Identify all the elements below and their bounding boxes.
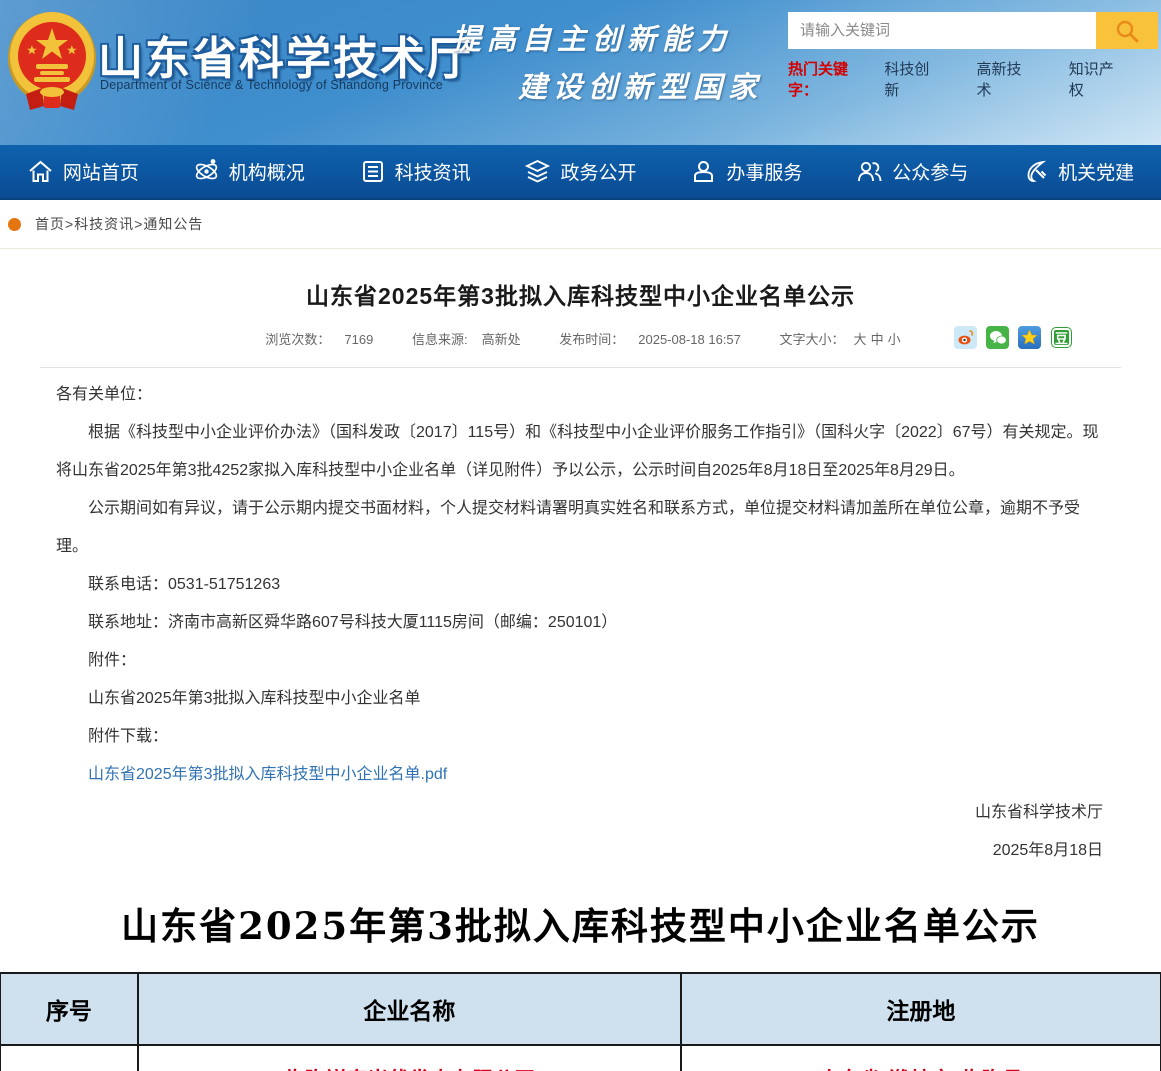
share-icons: 豆 [954, 326, 1073, 349]
nav-item-home[interactable]: 网站首页 [0, 158, 166, 185]
party-icon [1022, 158, 1049, 185]
wechat-share-icon[interactable] [986, 326, 1009, 349]
nav-label: 科技资讯 [395, 158, 471, 185]
salutation: 各有关单位： [56, 376, 1105, 414]
publish-time: 2025-08-18 16:57 [638, 332, 741, 347]
nav-item-overview[interactable]: 机构概况 [166, 158, 332, 185]
national-emblem-logo [6, 6, 98, 114]
hot-keywords-row: 热门关键字： 科技创新 高新技术 知识产权 [788, 58, 1161, 100]
nav-label: 公众参与 [892, 158, 968, 185]
nav-label: 机关党建 [1058, 158, 1134, 185]
roster-table: 序号 企业名称 注册地 1489 临朐祥泰光伏发电有限公司 山东省/潍坊市/临朐… [0, 972, 1161, 1071]
article-meta-row: 浏览次数： 7169 信息来源: 高新处 发布时间： 2025-08-18 16:57… [0, 329, 1161, 355]
breadcrumb-notices[interactable]: 通知公告 [143, 216, 203, 232]
douban-glyph: 豆 [1055, 328, 1068, 347]
site-banner: 山东省科学技术厅 Department of Science & Technol… [0, 0, 1161, 145]
cell-region: 山东省/潍坊市/临朐县 [681, 1045, 1161, 1071]
nav-item-gov-affairs[interactable]: 政务公开 [498, 158, 664, 185]
fontsize-label: 文字大小： [780, 332, 845, 347]
table-row: 1489 临朐祥泰光伏发电有限公司 山东省/潍坊市/临朐县 [0, 1045, 1161, 1071]
breadcrumb-separator: > [134, 216, 143, 232]
column-header-company: 企业名称 [138, 973, 681, 1045]
fontsize-medium[interactable]: 中 [871, 332, 884, 347]
roster-title: 山东省2025年第3批拟入库科技型中小企业名单公示 [0, 896, 1161, 950]
slogan-line-2: 建设创新型国家 [518, 64, 763, 106]
people-icon [856, 158, 883, 185]
news-icon [359, 158, 386, 185]
cell-company-name: 临朐祥泰光伏发电有限公司 [138, 1045, 681, 1071]
search-icon [1114, 18, 1140, 44]
site-search [788, 12, 1158, 49]
nav-item-services[interactable]: 办事服务 [663, 158, 829, 185]
home-icon [27, 158, 54, 185]
views-count: 7169 [344, 332, 373, 347]
breadcrumb-news[interactable]: 科技资讯 [74, 216, 134, 232]
column-header-no: 序号 [0, 973, 138, 1045]
breadcrumb-dot-icon [8, 218, 21, 231]
nav-item-party-building[interactable]: 机关党建 [995, 158, 1161, 185]
douban-share-icon[interactable]: 豆 [1052, 328, 1071, 347]
nav-label: 政务公开 [560, 158, 636, 185]
nav-label: 网站首页 [63, 158, 139, 185]
person-icon [690, 158, 717, 185]
fontsize-small[interactable]: 小 [888, 332, 901, 347]
signature-date: 2025年8月18日 [0, 832, 1103, 870]
slogan-line-1: 提高自主创新能力 [452, 16, 763, 58]
source-label: 信息来源: [412, 332, 468, 347]
nav-item-public-participation[interactable]: 公众参与 [829, 158, 995, 185]
attachment-pdf-link[interactable]: 山东省2025年第3批拟入库科技型中小企业名单.pdf [88, 766, 447, 783]
nav-item-news[interactable]: 科技资讯 [332, 158, 498, 185]
download-label: 附件下载： [56, 718, 1105, 756]
qzone-share-icon[interactable] [1018, 326, 1041, 349]
signature-org: 山东省科学技术厅 [0, 794, 1103, 832]
hot-keyword-tech-innovation[interactable]: 科技创新 [884, 58, 940, 100]
roster-header-row: 序号 企业名称 注册地 [0, 973, 1161, 1045]
breadcrumb-home[interactable]: 首页 [35, 216, 65, 232]
article-body: 各有关单位： 根据《科技型中小企业评价办法》（国科发政〔2017〕115号）和《… [0, 368, 1161, 794]
nav-label: 机构概况 [229, 158, 305, 185]
hot-keyword-hightech[interactable]: 高新技术 [977, 58, 1033, 100]
site-subtitle: Department of Science & Technology of Sh… [100, 78, 443, 92]
search-button[interactable] [1096, 12, 1158, 49]
layers-icon [524, 158, 551, 185]
contact-phone: 联系电话：0531-51751263 [56, 566, 1105, 604]
views-label: 浏览次数： [265, 332, 330, 347]
breadcrumb: 首页>科技资讯>通知公告 [0, 200, 1161, 249]
hot-keywords-label: 热门关键字： [788, 58, 872, 100]
attachment-name: 山东省2025年第3批拟入库科技型中小企业名单 [56, 680, 1105, 718]
fontsize-large[interactable]: 大 [854, 332, 867, 347]
breadcrumb-separator: > [65, 216, 74, 232]
nav-label: 办事服务 [726, 158, 802, 185]
signature-block: 山东省科学技术厅 2025年8月18日 [0, 794, 1161, 870]
paragraph-objection: 公示期间如有异议，请于公示期内提交书面材料，个人提交材料请署明真实姓名和联系方式… [56, 490, 1105, 566]
main-nav: 网站首页 机构概况 科技资讯 政务公开 办事服务 [0, 145, 1161, 200]
column-header-region: 注册地 [681, 973, 1161, 1045]
weibo-share-icon[interactable] [954, 326, 977, 349]
atom-icon [193, 158, 220, 185]
article: 山东省2025年第3批拟入库科技型中小企业名单公示 浏览次数： 7169 信息来源… [0, 249, 1161, 870]
attachment-label: 附件： [56, 642, 1105, 680]
publish-label: 发布时间： [559, 332, 624, 347]
article-title: 山东省2025年第3批拟入库科技型中小企业名单公示 [0, 277, 1161, 311]
banner-slogan: 提高自主创新能力 建设创新型国家 [452, 16, 763, 106]
search-input[interactable] [788, 12, 1096, 49]
source-value: 高新处 [482, 332, 521, 347]
cell-serial-no: 1489 [0, 1045, 138, 1071]
paragraph-basis: 根据《科技型中小企业评价办法》（国科发政〔2017〕115号）和《科技型中小企业… [56, 414, 1105, 490]
hot-keyword-ip[interactable]: 知识产权 [1069, 58, 1125, 100]
contact-address: 联系地址：济南市高新区舜华路607号科技大厦1115房间（邮编：250101） [56, 604, 1105, 642]
